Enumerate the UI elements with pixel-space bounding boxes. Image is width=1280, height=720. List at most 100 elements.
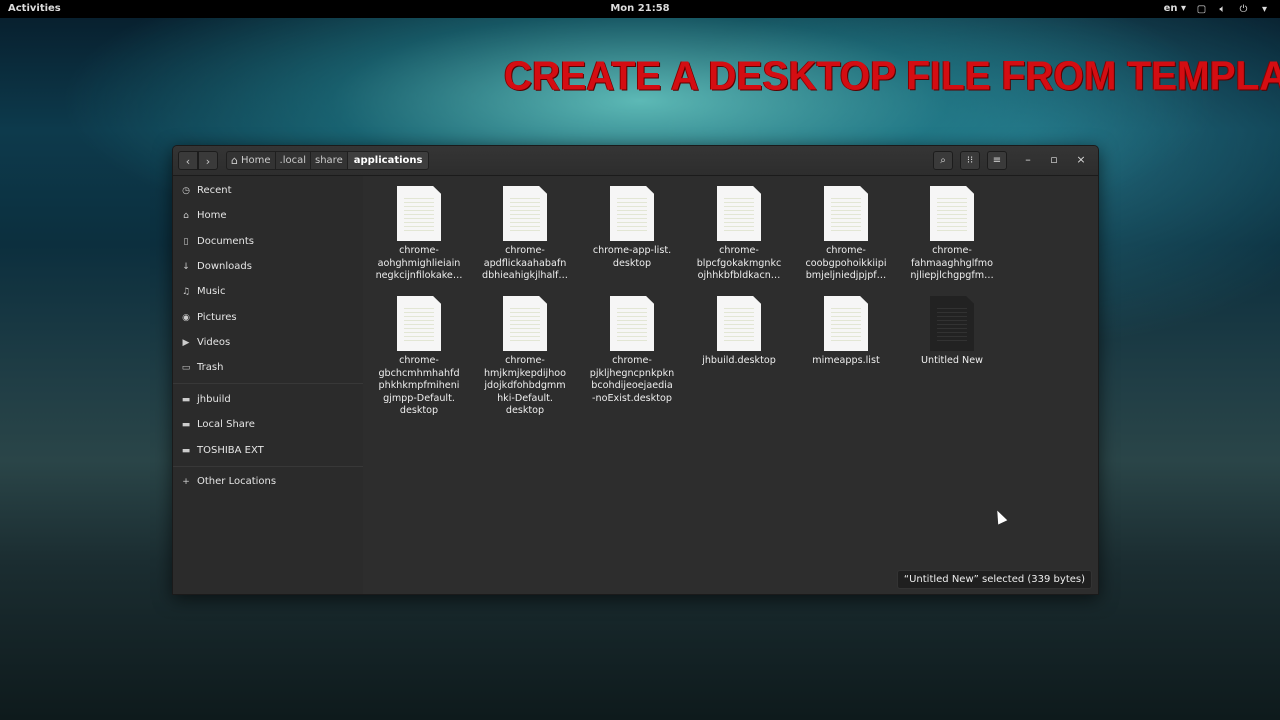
file-item[interactable]: chrome- pjkljhegncpnkpkn bcohdijeoejaedi… bbox=[582, 296, 682, 405]
sidebar-item-local-share[interactable]: ▬ Local Share bbox=[181, 415, 356, 435]
sidebar-item-other-locations[interactable]: + Other Locations bbox=[181, 472, 356, 492]
home-icon: ⌂ bbox=[183, 211, 189, 221]
file-name-line: chrome- bbox=[612, 355, 652, 366]
text-file-icon bbox=[610, 186, 654, 241]
sidebar-item-label: Recent bbox=[197, 185, 232, 196]
file-name-line: negkcijnfilokake… bbox=[375, 270, 463, 282]
maximize-button[interactable]: ▫ bbox=[1046, 152, 1062, 168]
file-item[interactable]: chrome- aohghmighlieiain negkcijnfilokak… bbox=[369, 186, 469, 283]
back-button[interactable]: ‹ bbox=[178, 151, 198, 170]
close-button[interactable]: × bbox=[1073, 152, 1089, 168]
file-name-line: gjmpp-Default. bbox=[383, 392, 455, 404]
file-name-line: chrome- bbox=[932, 245, 972, 256]
file-name-line: coobgpohoikkiipi bbox=[805, 257, 887, 269]
sidebar-item-toshiba-ext[interactable]: ▬ TOSHIBA EXT bbox=[181, 441, 356, 461]
sidebar-item-downloads[interactable]: ↓ Downloads bbox=[181, 257, 356, 277]
camera-icon: ◉ bbox=[182, 313, 190, 323]
minimize-button[interactable]: – bbox=[1020, 152, 1036, 168]
power-icon[interactable]: ⏻ bbox=[1238, 4, 1249, 15]
sidebar-item-videos[interactable]: ▶ Videos bbox=[181, 333, 356, 353]
close-icon: × bbox=[1076, 153, 1086, 166]
banner-title: CREATE A DESKTOP FILE FROM TEMPLATE bbox=[504, 53, 1280, 100]
sidebar-item-music[interactable]: ♫ Music bbox=[181, 282, 356, 302]
status-overlay: “Untitled New” selected (339 bytes) bbox=[896, 570, 1092, 589]
download-icon: ↓ bbox=[182, 262, 190, 272]
file-manager-window: ‹ › ⌂ Home .local share applications ⌕ ⁝… bbox=[172, 145, 1099, 595]
file-name-line: chrome- bbox=[399, 245, 439, 256]
drive-icon: ▬ bbox=[181, 446, 191, 456]
file-name-line: jdojkdfohbdgmm bbox=[484, 380, 566, 392]
file-name-line: Untitled New bbox=[921, 355, 983, 366]
file-item[interactable]: chrome- blpcfgokakmgnkc ojhhkbfbldkacn… bbox=[689, 186, 789, 283]
file-grid: chrome- aohghmighlieiain negkcijnfilokak… bbox=[363, 176, 1098, 594]
view-toggle-button[interactable]: ⁝⁝ bbox=[960, 151, 980, 170]
plus-icon: + bbox=[182, 477, 190, 487]
file-item[interactable]: chrome- apdflickaahabafn dbhieahigkjlhal… bbox=[475, 186, 575, 283]
file-name-line: dbhieahigkjlhalf… bbox=[481, 270, 569, 282]
sidebar-item-label: TOSHIBA EXT bbox=[197, 445, 264, 456]
forward-button[interactable]: › bbox=[198, 151, 218, 170]
menu-button[interactable]: ≡ bbox=[987, 151, 1007, 170]
file-item[interactable]: mimeapps.list bbox=[796, 296, 896, 368]
file-item[interactable]: chrome- hmjkmjkepdijhoo jdojkdfohbdgmm h… bbox=[475, 296, 575, 418]
search-button[interactable]: ⌕ bbox=[933, 151, 953, 170]
sidebar-item-label: Local Share bbox=[197, 419, 255, 430]
file-name-line: chrome- bbox=[826, 245, 866, 256]
home-icon: ⌂ bbox=[231, 154, 238, 167]
sidebar-divider bbox=[173, 466, 363, 467]
text-file-icon bbox=[824, 186, 868, 241]
grid-icon: ⁝⁝ bbox=[966, 155, 974, 166]
chevron-down-icon[interactable]: ▾ bbox=[1259, 4, 1270, 15]
file-name-line: ojhhkbfbldkacn… bbox=[697, 270, 781, 282]
sidebar-item-pictures[interactable]: ◉ Pictures bbox=[181, 308, 356, 328]
folder-icon: ▬ bbox=[181, 395, 191, 405]
text-file-icon bbox=[717, 296, 761, 351]
text-file-icon bbox=[930, 186, 974, 241]
sidebar-item-jhbuild[interactable]: ▬ jhbuild bbox=[181, 390, 356, 410]
language-indicator[interactable]: en ▾ bbox=[1164, 0, 1186, 18]
text-file-icon bbox=[397, 296, 441, 351]
file-item-selected[interactable]: Untitled New bbox=[902, 296, 1002, 368]
video-icon: ▶ bbox=[182, 338, 190, 348]
sidebar-item-label: Downloads bbox=[197, 261, 252, 272]
file-item[interactable]: jhbuild.desktop bbox=[689, 296, 789, 368]
text-file-icon bbox=[610, 296, 654, 351]
crumb-local[interactable]: .local bbox=[274, 151, 310, 170]
file-name-line: chrome- bbox=[505, 245, 545, 256]
crumb-label: share bbox=[315, 155, 343, 166]
volume-icon[interactable]: 🔈︎ bbox=[1217, 4, 1228, 15]
file-name-line: apdflickaahabafn bbox=[483, 257, 567, 269]
sidebar-item-label: Pictures bbox=[197, 312, 237, 323]
chevron-right-icon: › bbox=[205, 155, 211, 168]
system-tray: en ▾ ▢ 🔈︎ ⏻ ▾ bbox=[1164, 0, 1270, 18]
sidebar-item-label: jhbuild bbox=[197, 394, 231, 405]
file-name-line: desktop bbox=[505, 405, 545, 417]
clock-icon: ◷ bbox=[182, 186, 190, 196]
text-file-icon bbox=[717, 186, 761, 241]
music-icon: ♫ bbox=[181, 287, 191, 297]
sidebar-item-label: Trash bbox=[197, 362, 224, 373]
file-item[interactable]: chrome- gbchcmhmhahfd phkhkmpfmiheni gjm… bbox=[369, 296, 469, 418]
file-item[interactable]: chrome- fahmaaghhglfmo njliepjlchgpgfm… bbox=[902, 186, 1002, 283]
file-name-line: gbchcmhmhahfd bbox=[378, 367, 460, 379]
file-item[interactable]: chrome-app-list. desktop bbox=[582, 186, 682, 270]
crumb-share[interactable]: share bbox=[310, 151, 347, 170]
file-name-line: njliepjlchgpgfm… bbox=[910, 270, 994, 282]
language-label: en bbox=[1163, 3, 1178, 14]
text-file-icon bbox=[930, 296, 974, 351]
screen-icon[interactable]: ▢ bbox=[1196, 4, 1207, 15]
text-file-icon bbox=[503, 186, 547, 241]
sidebar-item-trash[interactable]: ▭ Trash bbox=[181, 358, 356, 378]
crumb-home[interactable]: ⌂ Home bbox=[226, 151, 275, 170]
path-bar: ⌂ Home .local share applications bbox=[226, 151, 430, 170]
crumb-applications[interactable]: applications bbox=[346, 151, 430, 170]
file-name-line: phkhkmpfmiheni bbox=[378, 380, 460, 392]
sidebar-item-label: Videos bbox=[197, 337, 231, 348]
sidebar-item-home[interactable]: ⌂ Home bbox=[181, 206, 356, 226]
sidebar-item-recent[interactable]: ◷ Recent bbox=[181, 181, 356, 201]
clock[interactable]: Mon 21:58 bbox=[0, 0, 1280, 18]
sidebar-item-documents[interactable]: ▯ Documents bbox=[181, 232, 356, 252]
file-item[interactable]: chrome- coobgpohoikkiipi bmjeljniedjpjpf… bbox=[796, 186, 896, 283]
file-name-line: desktop bbox=[399, 405, 439, 417]
file-name-line: bmjeljniedjpjpf… bbox=[805, 270, 887, 282]
